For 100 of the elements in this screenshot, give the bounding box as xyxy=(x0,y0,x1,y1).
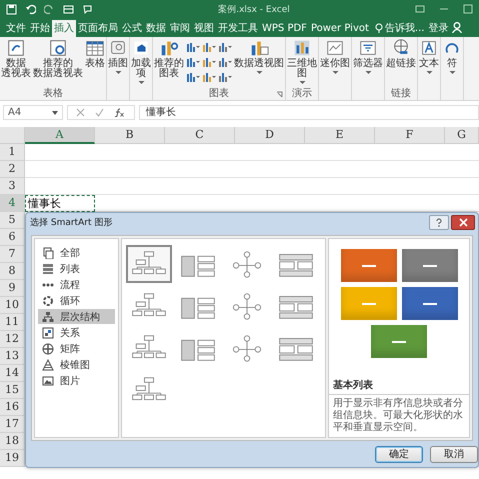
category-item[interactable]: 循环 xyxy=(38,293,115,308)
help-button[interactable] xyxy=(429,215,449,230)
ribbon-tab[interactable]: Power Pivot xyxy=(308,20,371,37)
row-header[interactable]: 17 xyxy=(0,416,25,433)
row-header[interactable]: 12 xyxy=(0,331,25,348)
ribbon-tab[interactable]: 公式 xyxy=(120,20,144,37)
cancel-icon[interactable] xyxy=(76,108,85,117)
row-header[interactable]: 10 xyxy=(0,297,25,314)
row-header[interactable]: 4 xyxy=(0,195,25,212)
row-header[interactable]: 8 xyxy=(0,263,25,280)
ribbon-tab[interactable]: 数据 xyxy=(144,20,168,37)
row-header[interactable]: 18 xyxy=(0,433,25,450)
ribbon-tab[interactable]: 开始 xyxy=(28,20,52,37)
column-header[interactable]: G xyxy=(445,127,479,144)
row-header[interactable]: 16 xyxy=(0,399,25,416)
row-header[interactable]: 3 xyxy=(0,178,25,195)
close-button[interactable] xyxy=(451,215,475,230)
chart-type-button[interactable] xyxy=(218,56,232,70)
ribbon-button[interactable]: 推荐的 图表 xyxy=(153,38,185,88)
tell-me-field[interactable]: 告诉我... xyxy=(372,20,426,37)
ribbon-button[interactable]: 文本 xyxy=(418,38,440,88)
dialog-title: 选择 SmartArt 图形 xyxy=(30,216,114,229)
user-icon[interactable] xyxy=(452,22,462,33)
category-item[interactable]: 关系 xyxy=(38,325,115,340)
ribbon-tab[interactable]: WPS PDF xyxy=(260,20,309,37)
row-header[interactable]: 19 xyxy=(0,450,25,467)
dialog-launcher-icon[interactable] xyxy=(276,91,283,98)
caret-icon xyxy=(332,70,338,75)
row-header[interactable]: 5 xyxy=(0,212,25,229)
ribbon-button[interactable]: 超链接 xyxy=(385,38,417,88)
chart-type-button[interactable] xyxy=(218,71,232,85)
ribbon-button[interactable]: 筛选器 xyxy=(352,38,384,88)
ribbon-button[interactable]: 三维地 图 xyxy=(286,38,318,88)
ribbon-button[interactable]: 插图 xyxy=(107,38,129,88)
ribbon-tab[interactable]: 审阅 xyxy=(168,20,192,37)
cancel-button[interactable]: 取消 xyxy=(430,446,478,462)
category-item[interactable]: 矩阵 xyxy=(38,341,115,356)
caret-icon xyxy=(138,80,144,85)
ribbon-button[interactable]: 数据 透视表 xyxy=(0,38,32,88)
save-icon[interactable] xyxy=(6,4,17,14)
row-header[interactable]: 9 xyxy=(0,280,25,297)
chart-type-button[interactable] xyxy=(186,71,200,85)
category-item[interactable]: 层次结构 xyxy=(38,309,115,324)
row-header[interactable]: 7 xyxy=(0,246,25,263)
ribbon-tab[interactable]: 开发工具 xyxy=(216,20,260,37)
caret-icon xyxy=(364,70,372,75)
chart-type-button[interactable] xyxy=(202,41,216,55)
ribbon-button[interactable]: 数据透视图 xyxy=(233,38,285,88)
category-item[interactable]: 全部 xyxy=(38,245,115,260)
all-icon xyxy=(42,246,54,258)
row-header[interactable]: 2 xyxy=(0,161,25,178)
chart-type-button[interactable] xyxy=(202,71,216,85)
sign-in-link[interactable]: 登录 xyxy=(426,20,450,37)
formula-field[interactable]: 懂事长 xyxy=(139,105,479,120)
dash-line xyxy=(422,302,436,304)
ribbon-button[interactable]: 推荐的 数据透视表 xyxy=(32,38,84,88)
cycle-icon xyxy=(42,294,54,306)
relationship-icon xyxy=(42,326,54,338)
check-icon[interactable] xyxy=(95,108,104,117)
undo-icon[interactable] xyxy=(25,4,36,14)
row-header[interactable]: 1 xyxy=(0,144,25,161)
row-header[interactable]: 15 xyxy=(0,382,25,399)
column-header[interactable]: A xyxy=(25,127,95,144)
function-icon[interactable] xyxy=(114,108,124,117)
form-icon[interactable] xyxy=(63,4,74,14)
chart-type-button[interactable] xyxy=(218,41,232,55)
ok-button[interactable]: 确定 xyxy=(375,446,423,462)
category-item[interactable]: 图片 xyxy=(38,373,115,388)
maximize-icon[interactable] xyxy=(463,4,473,14)
column-header[interactable]: E xyxy=(305,127,375,144)
ribbon-button[interactable]: 迷你图 xyxy=(319,38,351,88)
column-header[interactable]: C xyxy=(165,127,235,144)
ribbon-tab[interactable]: 插入 xyxy=(52,20,76,37)
ribbon-button[interactable]: 符 xyxy=(441,38,463,88)
column-header[interactable]: D xyxy=(235,127,305,144)
row-header[interactable]: 11 xyxy=(0,314,25,331)
row-header[interactable]: 14 xyxy=(0,365,25,382)
ribbon-tab[interactable]: 视图 xyxy=(192,20,216,37)
row-header[interactable]: 6 xyxy=(0,229,25,246)
caret-icon[interactable] xyxy=(52,110,58,114)
chart-type-button[interactable] xyxy=(202,56,216,70)
comment-icon[interactable] xyxy=(82,4,93,14)
ribbon-display-icon[interactable] xyxy=(415,4,425,14)
category-item[interactable]: 棱锥图 xyxy=(38,357,115,372)
chart-type-button[interactable] xyxy=(186,56,200,70)
chart-type-button[interactable] xyxy=(186,41,200,55)
column-header[interactable]: B xyxy=(95,127,165,144)
ribbon-tab[interactable]: 页面布局 xyxy=(76,20,120,37)
layout-thumbnail[interactable] xyxy=(126,245,172,283)
name-box[interactable]: A4 xyxy=(3,105,63,120)
ribbon-tab[interactable]: 文件 xyxy=(4,20,28,37)
row-header[interactable]: 13 xyxy=(0,348,25,365)
ribbon-button[interactable]: 加载 项 xyxy=(130,38,152,88)
category-item[interactable]: 列表 xyxy=(38,261,115,276)
column-header[interactable]: F xyxy=(375,127,445,144)
redo-icon[interactable] xyxy=(44,4,55,14)
group-label: 图表 xyxy=(209,88,229,100)
group-label: 链接 xyxy=(391,88,411,100)
category-item[interactable]: 流程 xyxy=(38,277,115,292)
ribbon-button[interactable]: 表格 xyxy=(84,38,106,88)
